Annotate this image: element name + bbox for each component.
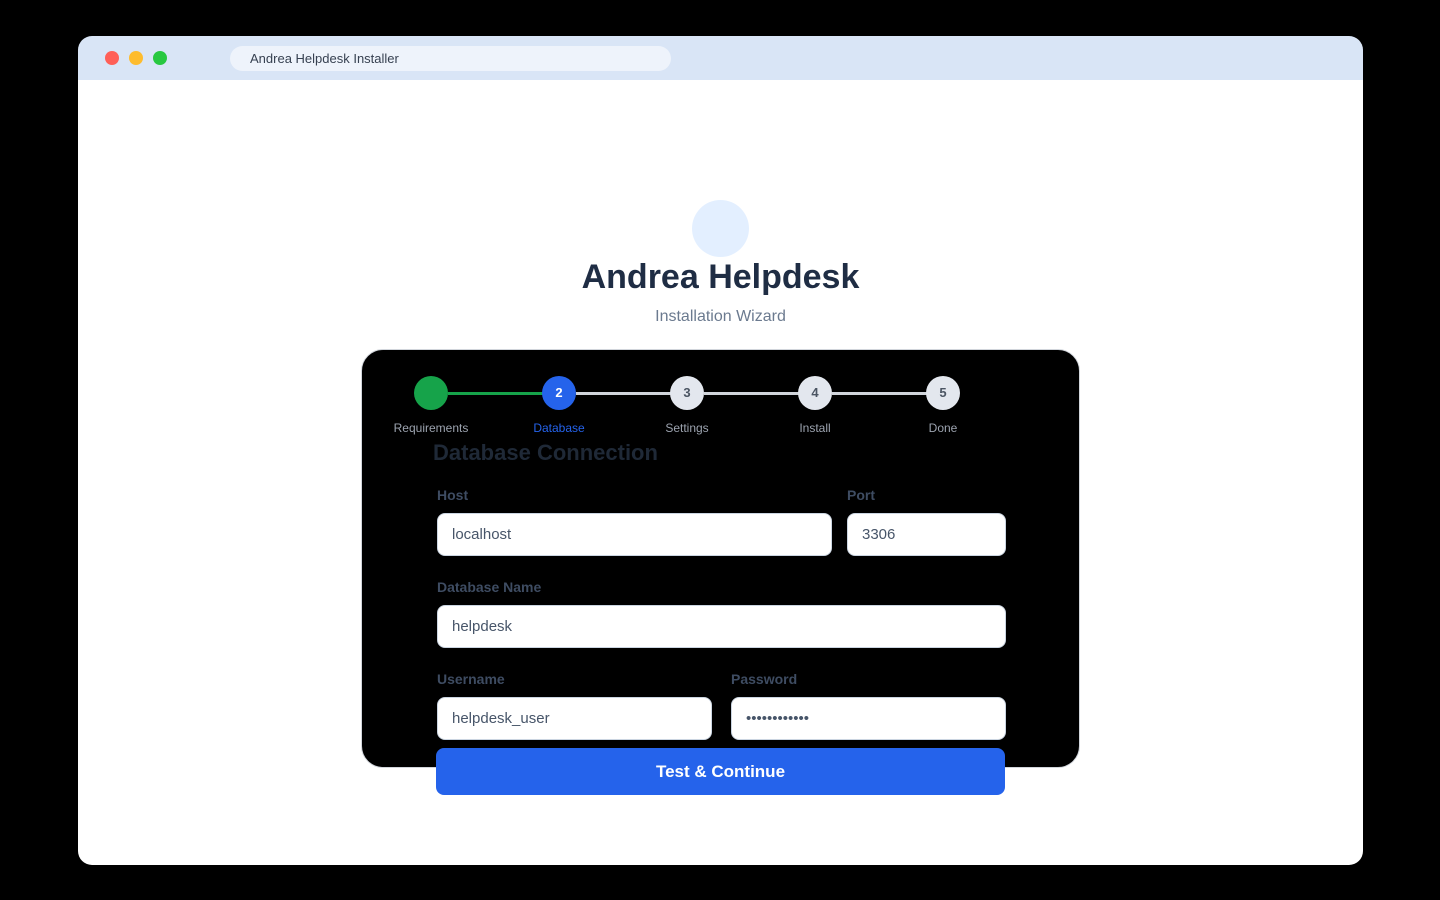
step-install-circle: 4 — [798, 376, 832, 410]
address-bar[interactable]: Andrea Helpdesk Installer — [230, 46, 671, 71]
close-window-icon[interactable] — [105, 51, 119, 65]
minimize-window-icon[interactable] — [129, 51, 143, 65]
username-label: Username — [437, 671, 505, 687]
step-connector-3 — [704, 392, 799, 395]
password-label: Password — [731, 671, 798, 687]
installer-card: 2 3 4 5 Requirements Database Settings I… — [361, 349, 1080, 768]
step-connector-4 — [832, 392, 927, 395]
step-settings-circle: 3 — [670, 376, 704, 410]
section-title: Database Connection — [433, 440, 658, 465]
database-name-input[interactable] — [437, 605, 1006, 648]
app-subtitle: Installation Wizard — [655, 308, 786, 325]
host-input[interactable] — [437, 513, 832, 556]
test-and-continue-button[interactable]: Test & Continue — [436, 748, 1005, 795]
step-settings-label: Settings — [665, 421, 709, 435]
app-logo-icon — [692, 200, 749, 257]
step-connector-2 — [576, 392, 671, 395]
step-connector-1 — [448, 392, 543, 395]
password-input[interactable] — [731, 697, 1006, 740]
username-input[interactable] — [437, 697, 712, 740]
step-done-label: Done — [928, 421, 958, 435]
maximize-window-icon[interactable] — [153, 51, 167, 65]
port-input[interactable] — [847, 513, 1006, 556]
window-body: Andrea Helpdesk Installation Wizard 2 3 … — [78, 80, 1363, 865]
step-install-label: Install — [799, 421, 831, 435]
window-titlebar: Andrea Helpdesk Installer — [78, 36, 1363, 80]
app-title: Andrea Helpdesk — [581, 258, 860, 296]
step-requirements-label: Requirements — [393, 421, 469, 435]
database-name-label: Database Name — [437, 579, 542, 595]
step-requirements-circle — [414, 376, 448, 410]
host-label: Host — [437, 487, 469, 503]
step-done-circle: 5 — [926, 376, 960, 410]
step-database-label: Database — [533, 421, 585, 435]
stepper: 2 3 4 5 Requirements Database Settings I… — [362, 350, 1081, 450]
step-database-circle: 2 — [542, 376, 576, 410]
port-label: Port — [847, 487, 875, 503]
